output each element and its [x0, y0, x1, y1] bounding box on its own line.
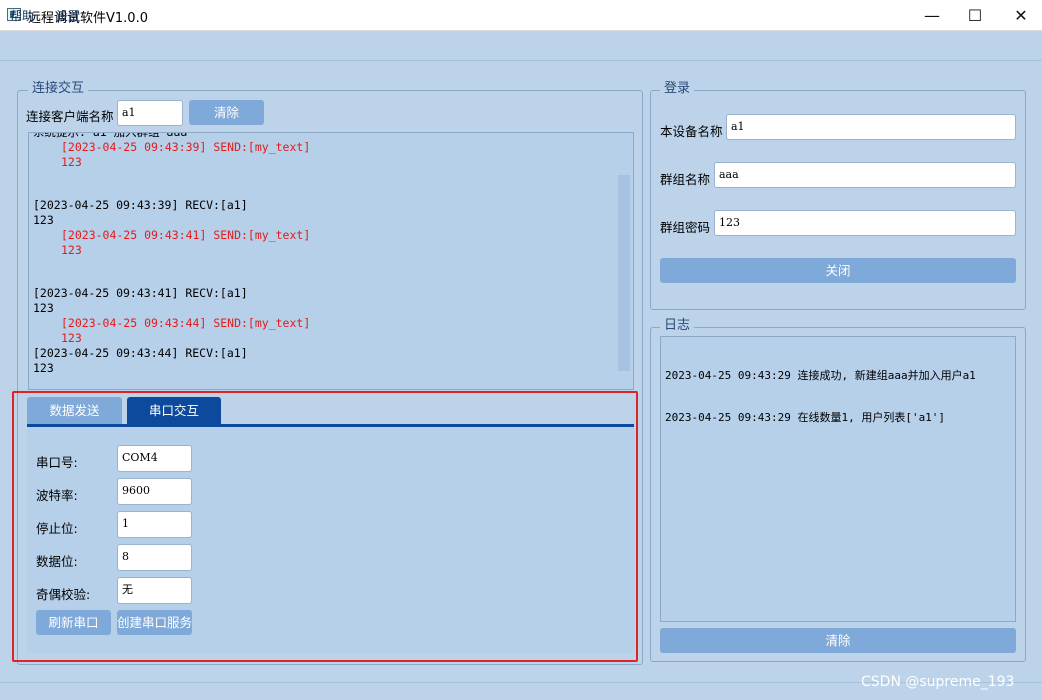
data-bits-label: 数据位: [36, 554, 78, 569]
clear-client-button[interactable]: 清除 [189, 100, 264, 125]
message-line [33, 258, 613, 272]
refresh-port-button[interactable]: 刷新串口 [36, 610, 111, 635]
device-name-label: 本设备名称 [660, 124, 723, 139]
maximize-button[interactable]: ☐ [952, 0, 998, 31]
window-title: 远程调试软件V1.0.0 [28, 11, 148, 26]
message-line [33, 184, 613, 198]
log-line: 2023-04-25 09:43:29 连接成功, 新建组aaa并加入用户a1 [665, 369, 976, 382]
message-line: 123 [33, 301, 54, 315]
connect-group-title: 连接交互 [28, 77, 89, 96]
create-serial-service-button[interactable]: 创建串口服务 [117, 610, 192, 635]
group-name-input[interactable]: aaa [714, 162, 1016, 188]
client-name-input[interactable]: a1 [117, 100, 183, 126]
message-log[interactable]: 系统提示: a1 加入群组 aaa [2023-04-25 09:43:39] S… [28, 132, 634, 390]
tab-serial[interactable]: 串口交互 [127, 397, 221, 424]
device-name-input[interactable]: a1 [726, 114, 1016, 140]
minimize-button[interactable]: — [909, 0, 955, 31]
data-bits-input[interactable]: 8 [117, 544, 192, 571]
message-scrollbar[interactable] [618, 175, 630, 371]
stop-bits-input[interactable]: 1 [117, 511, 192, 538]
menu-help[interactable]: 帮助 [10, 7, 34, 24]
message-line: 123 [33, 213, 54, 227]
parity-label: 奇偶校验: [36, 587, 91, 602]
port-input[interactable]: COM4 [117, 445, 192, 472]
baud-label: 波特率: [36, 488, 78, 503]
tab-data-send[interactable]: 数据发送 [27, 397, 122, 424]
close-connection-button[interactable]: 关闭 [660, 258, 1016, 283]
port-label: 串口号: [36, 455, 78, 470]
message-line: [2023-04-25 09:43:39] RECV:[a1] [33, 198, 248, 212]
log-area[interactable]: 2023-04-25 09:43:29 连接成功, 新建组aaa并加入用户a1 … [660, 336, 1016, 622]
message-line [33, 170, 613, 184]
message-line: 123 [61, 155, 82, 169]
baud-input[interactable]: 9600 [117, 478, 192, 505]
group-password-label: 群组密码 [660, 220, 711, 235]
stop-bits-label: 停止位: [36, 521, 78, 536]
watermark: CSDN @supreme_193 [861, 674, 1015, 690]
group-password-input[interactable]: 123 [714, 210, 1016, 236]
message-line: [2023-04-25 09:43:44] RECV:[a1] [33, 346, 248, 360]
group-name-label: 群组名称 [660, 172, 711, 187]
message-line: [2023-04-25 09:43:44] SEND:[my_text] [61, 316, 311, 330]
log-line: 2023-04-25 09:43:29 在线数量1, 用户列表['a1'] [665, 411, 946, 424]
close-window-button[interactable]: ✕ [998, 0, 1042, 31]
title-bar [0, 0, 1042, 31]
log-lines: 2023-04-25 09:43:29 连接成功, 新建组aaa并加入用户a1 … [665, 341, 976, 453]
message-line: 123 [61, 331, 82, 345]
clear-log-button[interactable]: 清除 [660, 628, 1016, 653]
message-line: 123 [61, 243, 82, 257]
client-name-label: 连接客户端名称 [26, 109, 114, 124]
message-lines: 系统提示: a1 加入群组 aaa [2023-04-25 09:43:39] S… [33, 132, 613, 376]
message-line: [2023-04-25 09:43:41] SEND:[my_text] [61, 228, 311, 242]
login-group-title: 登录 [660, 77, 695, 96]
menu-settings[interactable]: 设置 [56, 7, 80, 24]
log-group-title: 日志 [660, 314, 695, 333]
message-line: 系统提示: a1 加入群组 aaa [33, 132, 188, 139]
message-line: 123 [33, 361, 54, 375]
message-line: [2023-04-25 09:43:41] RECV:[a1] [33, 286, 248, 300]
message-line: [2023-04-25 09:43:39] SEND:[my_text] [61, 140, 311, 154]
message-line [33, 272, 613, 286]
parity-input[interactable]: 无 [117, 577, 192, 604]
menu-bar [0, 31, 1042, 61]
